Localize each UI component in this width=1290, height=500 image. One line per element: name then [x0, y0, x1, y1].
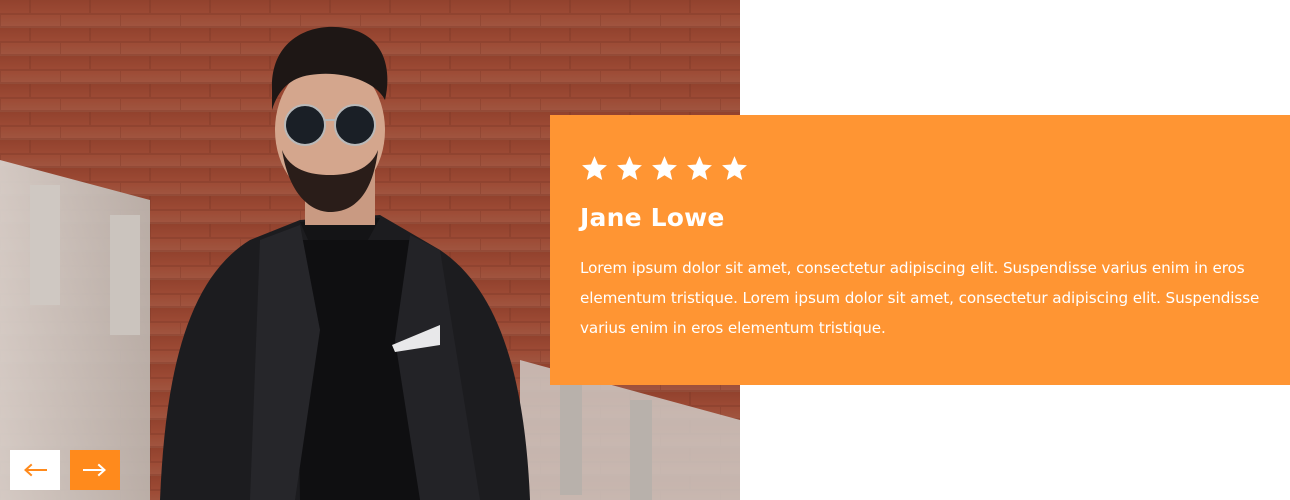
star-icon — [687, 155, 712, 180]
arrow-left-icon — [24, 463, 47, 477]
star-icon — [652, 155, 677, 180]
next-slide-button[interactable] — [70, 450, 120, 490]
star-icon — [582, 155, 607, 180]
previous-slide-button[interactable] — [10, 450, 60, 490]
testimonial-card: Jane Lowe Lorem ipsum dolor sit amet, co… — [550, 115, 1290, 385]
arrow-right-icon — [83, 463, 106, 477]
star-icon — [722, 155, 747, 180]
rating-stars — [580, 153, 1260, 183]
testimonial-author-name: Jane Lowe — [580, 203, 725, 232]
star-icon — [617, 155, 642, 180]
testimonial-quote: Lorem ipsum dolor sit amet, consectetur … — [580, 259, 1260, 337]
